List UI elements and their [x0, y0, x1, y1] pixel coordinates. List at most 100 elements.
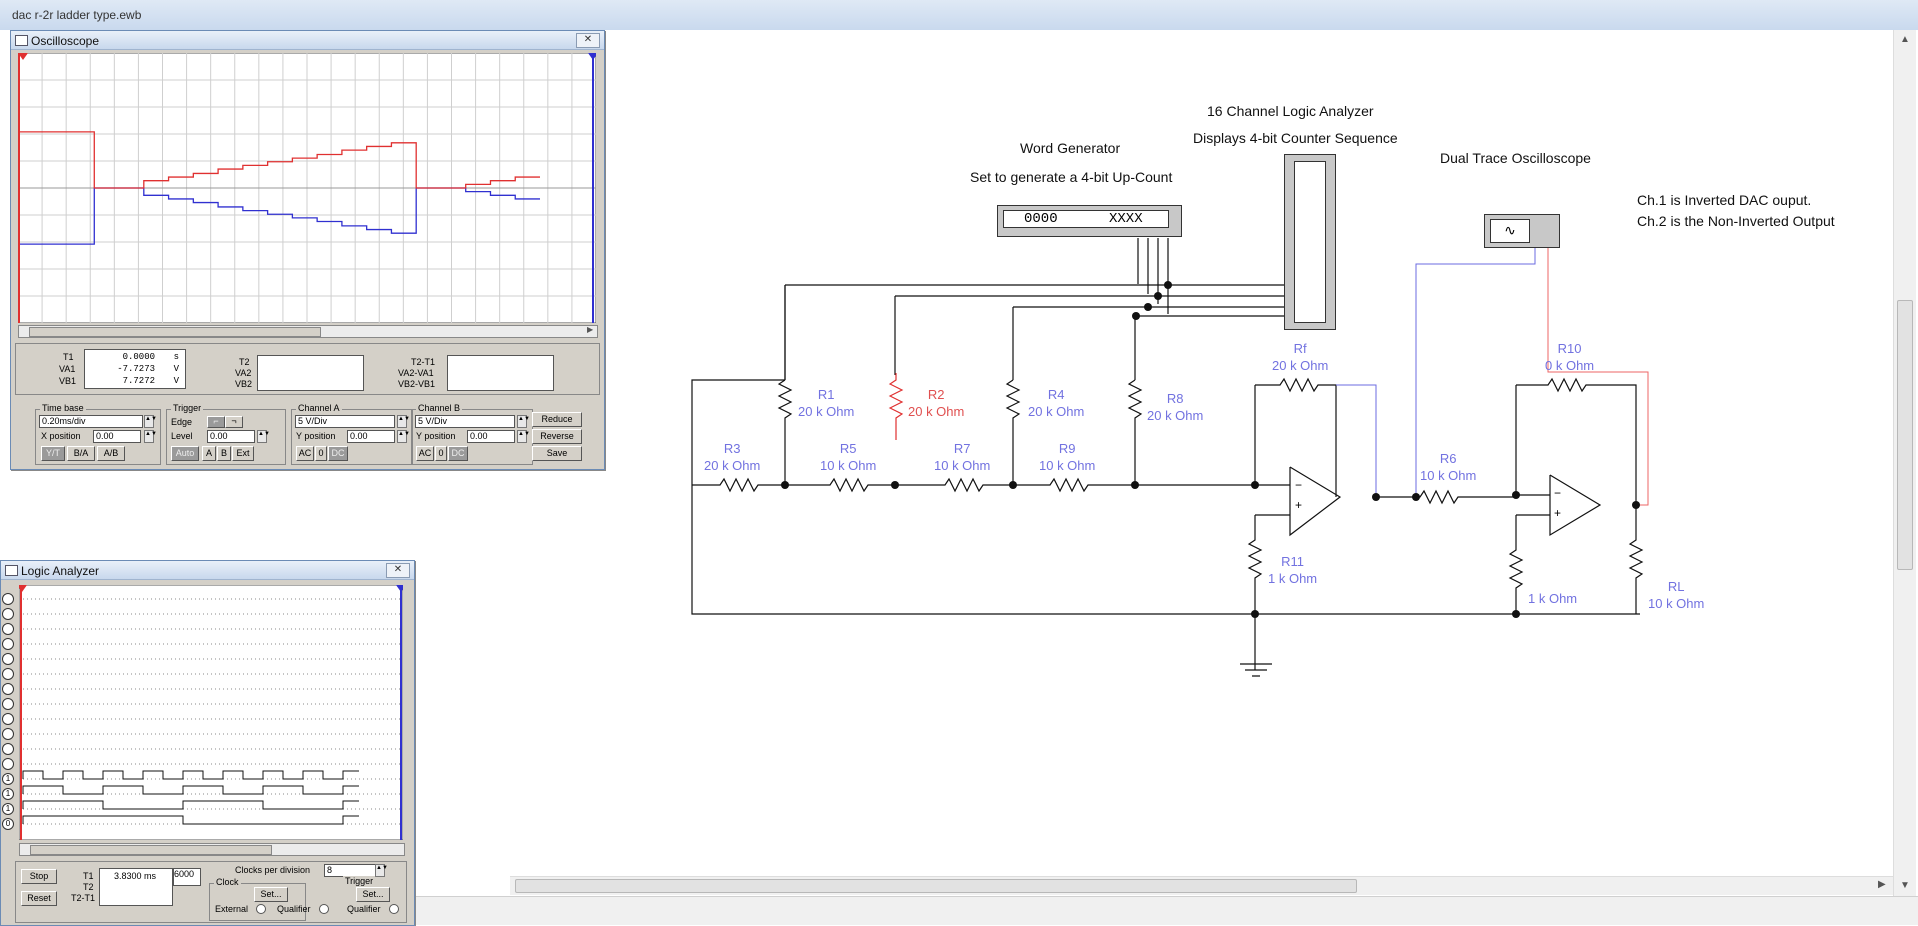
channel-b-ypos-label: Y position [416, 431, 456, 441]
trigger-b-button[interactable]: B [217, 446, 231, 461]
component-r6[interactable]: R6 10 k Ohm [1420, 450, 1476, 484]
scroll-down-icon[interactable]: ▼ [1900, 880, 1910, 891]
channel-indicator [2, 638, 14, 650]
channel-b-ypos-spinner[interactable]: ▲▼ [517, 430, 530, 443]
oscilloscope-window[interactable]: Oscilloscope ✕ ▶ T1 VA1 VB1 0.0000 s -7.… [10, 30, 605, 470]
trigger-qualifier-label: Qualifier [347, 904, 381, 914]
trigger-qualifier-radio[interactable] [389, 904, 399, 914]
oscilloscope-title-bar[interactable]: Oscilloscope ✕ [11, 31, 604, 50]
external-label: External [215, 904, 249, 914]
va2-label: VA2 [235, 368, 252, 378]
channel-b-scale-select[interactable]: 5 V/Div [415, 415, 515, 428]
logic-analyzer-window[interactable]: Logic Analyzer ✕ 1 1 1 0 Stop Reset T1 T2 T… [0, 560, 415, 926]
close-icon[interactable]: ✕ [576, 33, 600, 48]
channel-a-ac-button[interactable]: AC [296, 446, 314, 461]
component-r7[interactable]: R7 10 k Ohm [934, 440, 990, 474]
channel-a-zero-button[interactable]: 0 [315, 446, 327, 461]
oscilloscope-screen[interactable] [18, 53, 596, 323]
stop-button[interactable]: Stop [21, 869, 57, 884]
oscilloscope-device[interactable]: ∿ [1484, 214, 1560, 248]
edge-rising-button[interactable]: ⌐ [207, 416, 225, 428]
opamp-1-minus: − [1295, 478, 1303, 492]
channel-b-ac-button[interactable]: AC [416, 446, 434, 461]
clocks-spinner[interactable]: ▲▼ [375, 864, 388, 877]
trigger-level-input[interactable]: 0.00 [207, 430, 255, 443]
t1-value: 0.0000 [122, 352, 155, 362]
channel-indicator [2, 653, 14, 665]
component-1k-resistor[interactable]: 1 k Ohm [1528, 590, 1577, 607]
close-icon[interactable]: ✕ [386, 563, 410, 578]
channel-a-dc-button[interactable]: DC [328, 446, 348, 461]
opamp-1-plus: + [1295, 498, 1303, 512]
component-rl[interactable]: RL 10 k Ohm [1648, 578, 1704, 612]
clock-set-button[interactable]: Set... [254, 887, 288, 902]
component-r2[interactable]: R2 20 k Ohm [908, 386, 964, 420]
trigger-level-label: Level [171, 431, 193, 441]
mode-ba-button[interactable]: B/A [67, 446, 95, 461]
reset-button[interactable]: Reset [21, 891, 57, 906]
t2-readout-box [257, 355, 364, 391]
trigger-auto-button[interactable]: Auto [171, 446, 199, 461]
scroll-right-icon[interactable]: ▶ [1878, 879, 1886, 890]
level-spinner[interactable]: ▲▼ [257, 430, 270, 443]
scope-title: Dual Trace Oscilloscope [1440, 150, 1591, 166]
trigger-ext-button[interactable]: Ext [232, 446, 254, 461]
channel-indicator [2, 758, 14, 770]
mode-ab-button[interactable]: A/B [97, 446, 125, 461]
reduce-button[interactable]: Reduce [532, 412, 582, 427]
mode-yt-button[interactable]: Y/T [41, 446, 65, 461]
save-button[interactable]: Save [532, 446, 582, 461]
channel-indicator: 1 [2, 788, 14, 800]
reverse-button[interactable]: Reverse [532, 429, 582, 444]
component-r9[interactable]: R9 10 k Ohm [1039, 440, 1095, 474]
channel-indicator: 1 [2, 803, 14, 815]
va1-value: -7.7273 [117, 364, 155, 374]
channel-b-scale-spinner[interactable]: ▲▼ [517, 415, 530, 428]
component-r5[interactable]: R5 10 k Ohm [820, 440, 876, 474]
trigger-a-button[interactable]: A [202, 446, 216, 461]
logic-analyzer-title-bar[interactable]: Logic Analyzer ✕ [1, 561, 414, 580]
channel-a-ypos-input[interactable]: 0.00 [347, 430, 395, 443]
component-rf[interactable]: Rf 20 k Ohm [1272, 340, 1328, 374]
opamp-2-minus: − [1554, 486, 1562, 500]
channel-a-scale-select[interactable]: 5 V/Div [295, 415, 395, 428]
word-generator-desc: Set to generate a 4-bit Up-Count [970, 169, 1173, 185]
timebase-xpos-input[interactable]: 0.00 [93, 430, 141, 443]
window-icon [15, 35, 28, 46]
vb2-label: VB2 [235, 379, 253, 389]
vertical-scrollbar[interactable]: ▲ ▼ [1893, 30, 1916, 896]
component-r3[interactable]: R3 20 k Ohm [704, 440, 760, 474]
component-r4[interactable]: R4 20 k Ohm [1028, 386, 1084, 420]
channel-a-ypos-spinner[interactable]: ▲▼ [397, 430, 410, 443]
external-radio[interactable] [256, 904, 266, 914]
component-r11[interactable]: R11 1 k Ohm [1268, 553, 1317, 587]
scroll-up-icon[interactable]: ▲ [1900, 34, 1910, 45]
word-generator[interactable]: 0000 XXXX [997, 205, 1182, 237]
channel-indicator [2, 713, 14, 725]
logic-analyzer-device[interactable] [1284, 154, 1336, 330]
scope-scroll-right-icon[interactable]: ▶ [587, 325, 593, 334]
vb1-unit: V [173, 376, 179, 386]
component-r10[interactable]: R10 0 k Ohm [1545, 340, 1594, 374]
timebase-spinner[interactable]: ▲▼ [144, 415, 157, 428]
horizontal-scrollbar[interactable]: ▶ [510, 876, 1893, 895]
sine-wave-icon: ∿ [1490, 219, 1530, 243]
scope-horizontal-scrollbar[interactable]: ▶ [18, 325, 598, 338]
clocks-per-div-label: Clocks per division [235, 865, 311, 875]
horizontal-scroll-thumb[interactable] [515, 879, 1357, 893]
timebase-select[interactable]: 0.20ms/div [39, 415, 143, 428]
component-r8[interactable]: R8 20 k Ohm [1147, 390, 1203, 424]
component-r1[interactable]: R1 20 k Ohm [798, 386, 854, 420]
edge-falling-button[interactable]: ¬ [225, 416, 243, 428]
channel-b-dc-button[interactable]: DC [448, 446, 468, 461]
logic-analyzer-screen[interactable] [19, 585, 403, 840]
opamp-2-plus: + [1554, 506, 1562, 520]
xpos-spinner[interactable]: ▲▼ [144, 430, 157, 443]
la-horizontal-scrollbar[interactable] [19, 843, 405, 856]
trigger-set-button[interactable]: Set... [356, 887, 390, 902]
channel-b-ypos-input[interactable]: 0.00 [467, 430, 515, 443]
rising-edge-icon: ⌐ [213, 416, 219, 426]
vertical-scroll-thumb[interactable] [1897, 300, 1913, 570]
channel-b-zero-button[interactable]: 0 [435, 446, 447, 461]
channel-a-scale-spinner[interactable]: ▲▼ [397, 415, 410, 428]
